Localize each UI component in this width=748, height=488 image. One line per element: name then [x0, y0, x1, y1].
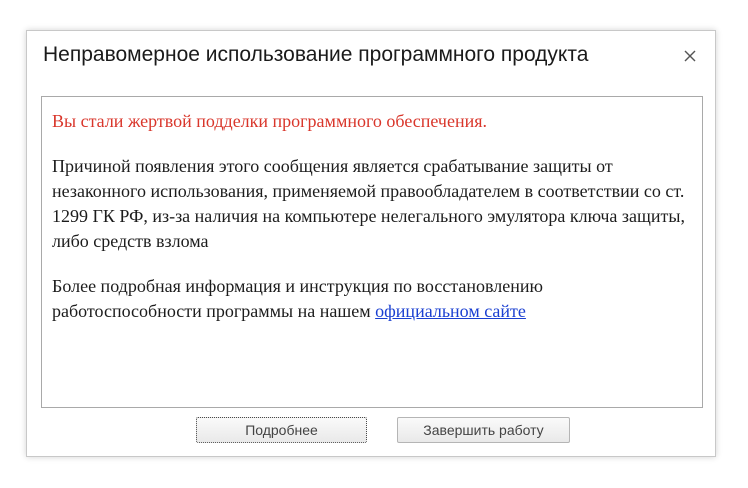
- info-paragraph: Более подробная информация и инструкция …: [52, 274, 692, 324]
- message-body: Причиной появления этого сообщения являе…: [52, 156, 685, 251]
- message-box: Вы стали жертвой подделки программного о…: [41, 96, 703, 408]
- dialog-window: Неправомерное использование программного…: [26, 30, 716, 457]
- close-button[interactable]: [679, 45, 701, 67]
- warning-text: Вы стали жертвой подделки программного о…: [52, 111, 488, 131]
- finish-work-button[interactable]: Завершить работу: [397, 417, 570, 443]
- details-button[interactable]: Подробнее: [196, 417, 367, 443]
- dialog-title: Неправомерное использование программного…: [43, 43, 589, 66]
- official-site-link[interactable]: официальном сайте: [375, 301, 526, 321]
- close-icon: [684, 50, 696, 62]
